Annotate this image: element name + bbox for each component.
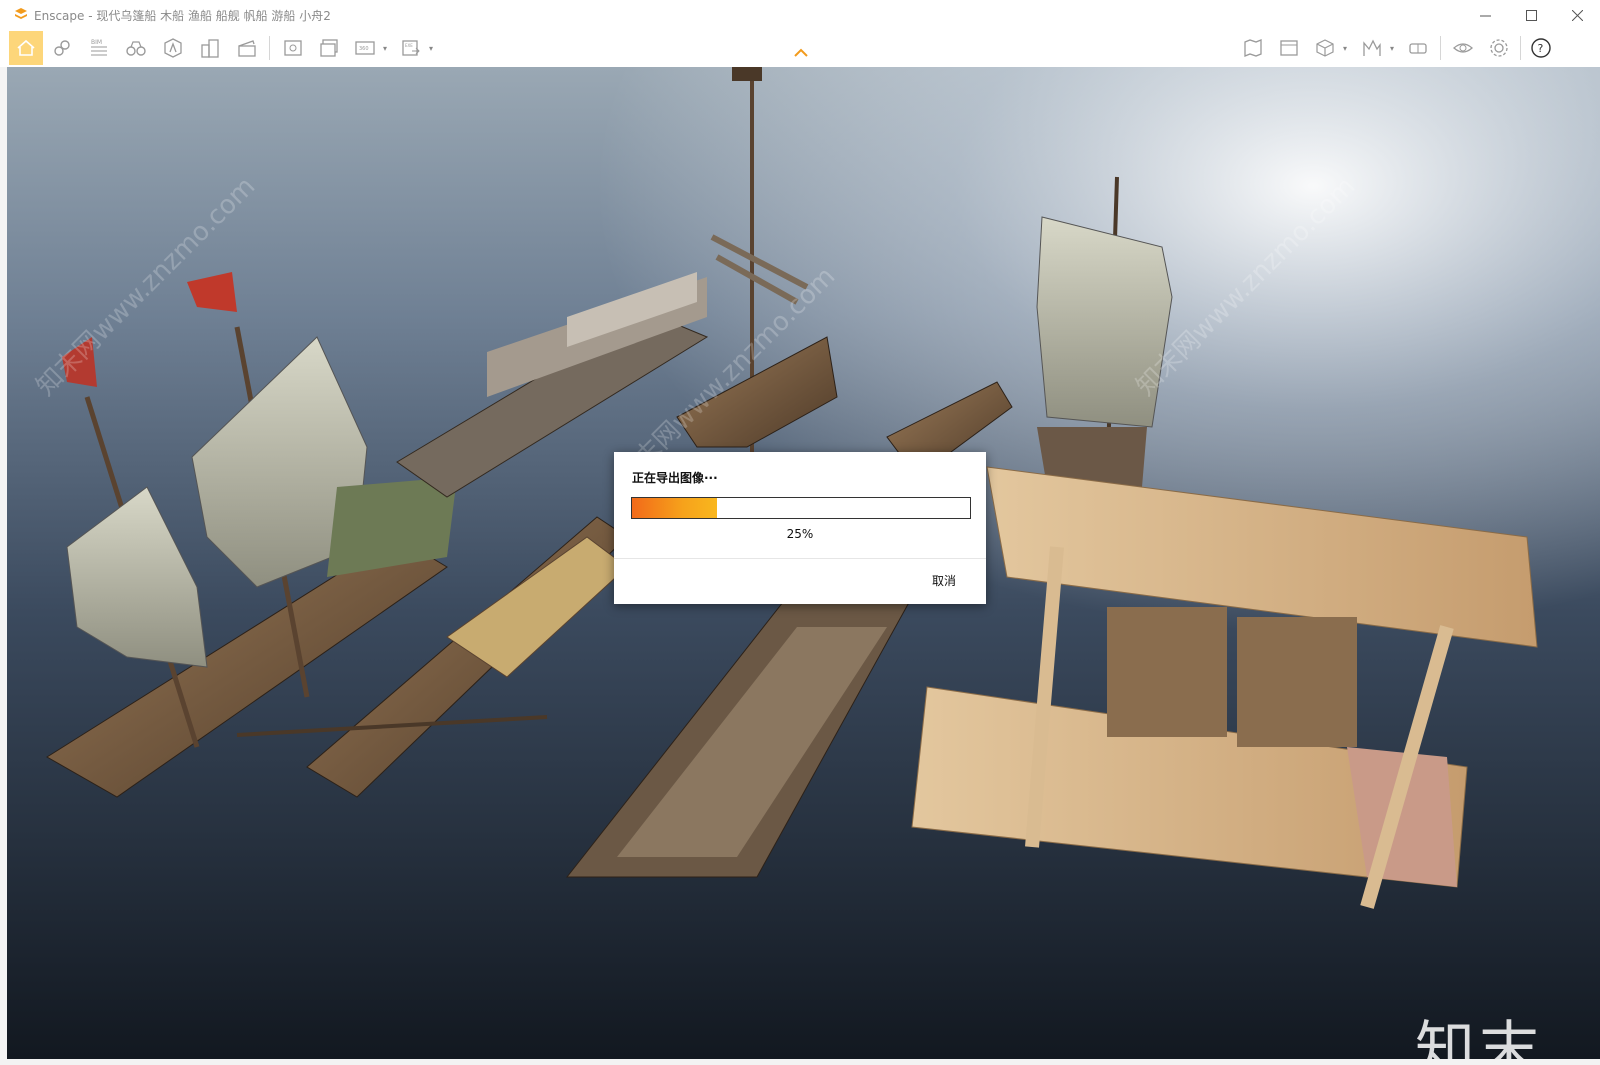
vr-headset-button[interactable] xyxy=(1402,32,1434,64)
progress-percentage: 25% xyxy=(786,527,814,541)
settings-gear-icon xyxy=(1490,39,1508,57)
chart-button[interactable] xyxy=(1356,32,1388,64)
minimize-button[interactable] xyxy=(1462,0,1508,30)
dialog-title: 正在导出图像··· xyxy=(632,471,718,485)
watermark-logo: 知末 xyxy=(1415,1015,1543,1059)
chart-icon xyxy=(1363,39,1381,56)
panorama-button[interactable]: 360 xyxy=(349,32,381,64)
link-icon xyxy=(54,40,70,56)
bim-button[interactable]: BIM xyxy=(83,32,115,64)
asset-library-button[interactable] xyxy=(157,32,189,64)
chevron-down-icon[interactable]: ▾ xyxy=(1390,44,1394,53)
export-button[interactable]: EXE xyxy=(395,32,427,64)
binoculars-icon xyxy=(126,41,146,56)
bottom-edge xyxy=(0,1059,1600,1065)
map-button[interactable] xyxy=(1237,32,1269,64)
progress-fill xyxy=(632,498,717,518)
batch-render-icon xyxy=(320,39,338,57)
cube-button[interactable] xyxy=(1309,32,1341,64)
asset-library-icon xyxy=(164,38,182,58)
maximize-button[interactable] xyxy=(1508,0,1554,30)
building-button[interactable] xyxy=(194,32,226,64)
chevron-down-icon[interactable]: ▾ xyxy=(383,44,387,53)
collapse-toolbar-chevron-up-icon[interactable] xyxy=(793,47,809,59)
help-button[interactable]: ? xyxy=(1525,32,1557,64)
minimize-icon xyxy=(1479,15,1491,16)
svg-text:EXE: EXE xyxy=(405,43,413,48)
export-icon: EXE xyxy=(402,40,420,56)
cancel-button[interactable]: 取消 xyxy=(914,570,974,592)
visibility-button[interactable] xyxy=(1447,32,1479,64)
map-icon xyxy=(1244,39,1262,57)
binoculars-button[interactable] xyxy=(120,32,152,64)
clapperboard-icon xyxy=(238,40,256,57)
eye-icon xyxy=(1453,43,1473,53)
views-button[interactable] xyxy=(1273,32,1305,64)
bim-icon: BIM xyxy=(91,39,107,56)
svg-text:360: 360 xyxy=(359,46,369,52)
maximize-icon xyxy=(1525,9,1537,21)
panorama-icon: 360 xyxy=(355,41,375,55)
views-icon xyxy=(1280,40,1298,56)
close-button[interactable] xyxy=(1554,0,1600,30)
chevron-down-icon[interactable]: ▾ xyxy=(429,44,433,53)
svg-text:?: ? xyxy=(1538,42,1544,55)
enscape-logo-icon xyxy=(15,8,27,19)
screenshot-button[interactable] xyxy=(277,32,309,64)
home-icon xyxy=(17,39,35,56)
toolbar-separator xyxy=(1520,36,1521,60)
home-button[interactable] xyxy=(9,31,43,65)
building-icon xyxy=(201,39,219,58)
window-title: Enscape - 现代乌篷船 木船 渔船 船舰 帆船 游船 小舟2 xyxy=(34,9,331,23)
vr-headset-icon xyxy=(1409,43,1427,54)
export-progress-bar xyxy=(631,497,971,519)
batch-render-button[interactable] xyxy=(313,32,345,64)
dialog-divider xyxy=(614,558,986,559)
video-editor-button[interactable] xyxy=(231,32,263,64)
svg-text:BIM: BIM xyxy=(91,39,102,46)
left-panel-edge xyxy=(0,67,7,1059)
close-icon xyxy=(1571,9,1583,21)
cube-icon xyxy=(1316,39,1334,57)
title-bar: Enscape - 现代乌篷船 木船 渔船 船舰 帆船 游船 小舟2 xyxy=(0,0,1600,30)
link-button[interactable] xyxy=(46,32,78,64)
settings-button[interactable] xyxy=(1483,32,1515,64)
screenshot-icon xyxy=(284,40,302,56)
export-progress-dialog: 正在导出图像··· 25% 取消 xyxy=(614,452,986,604)
toolbar-separator xyxy=(269,36,270,60)
help-icon: ? xyxy=(1531,38,1551,58)
toolbar-separator xyxy=(1440,36,1441,60)
chevron-down-icon[interactable]: ▾ xyxy=(1343,44,1347,53)
